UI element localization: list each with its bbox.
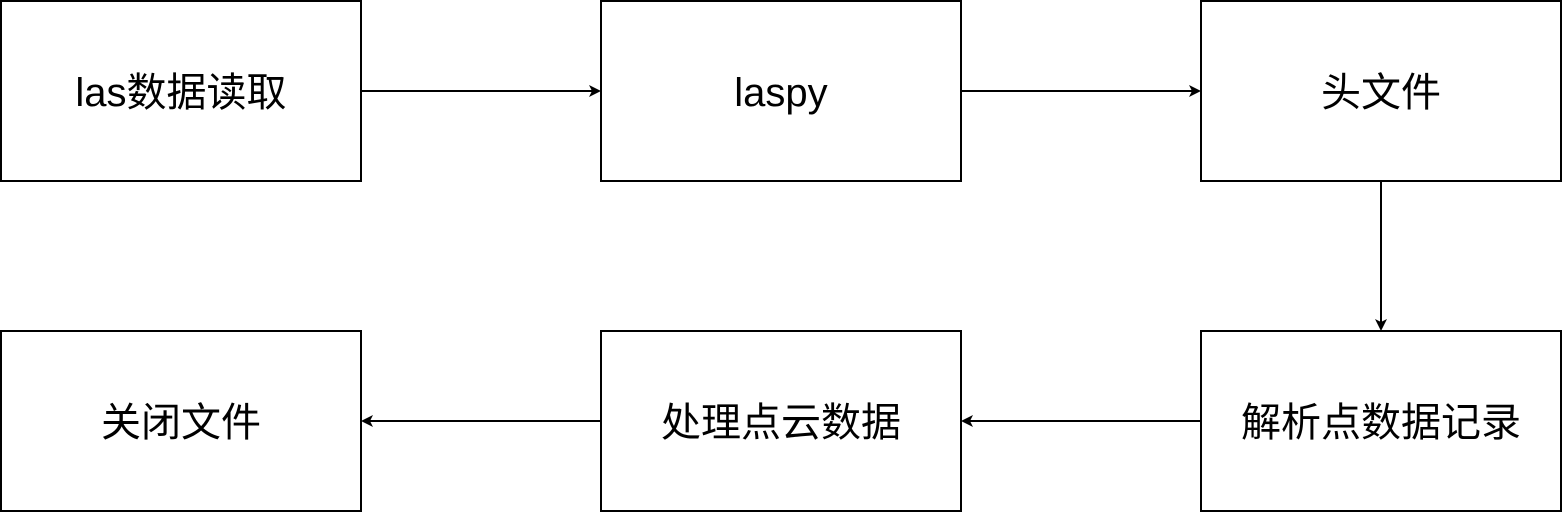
node-label: laspy xyxy=(734,71,827,115)
node-header-file: 头文件 xyxy=(1200,0,1562,182)
node-process-point-cloud: 处理点云数据 xyxy=(600,330,962,512)
node-label: 解析点数据记录 xyxy=(1241,401,1521,445)
node-label: 头文件 xyxy=(1321,71,1441,115)
node-label: 关闭文件 xyxy=(101,401,261,445)
node-las-read: las数据读取 xyxy=(0,0,362,182)
flowchart: las数据读取 laspy 头文件 解析点数据记录 处理点云数据 关闭文件 xyxy=(0,0,1562,512)
node-label: 处理点云数据 xyxy=(661,401,901,445)
node-label: las数据读取 xyxy=(75,71,286,115)
node-laspy: laspy xyxy=(600,0,962,182)
node-close-file: 关闭文件 xyxy=(0,330,362,512)
node-parse-point-records: 解析点数据记录 xyxy=(1200,330,1562,512)
